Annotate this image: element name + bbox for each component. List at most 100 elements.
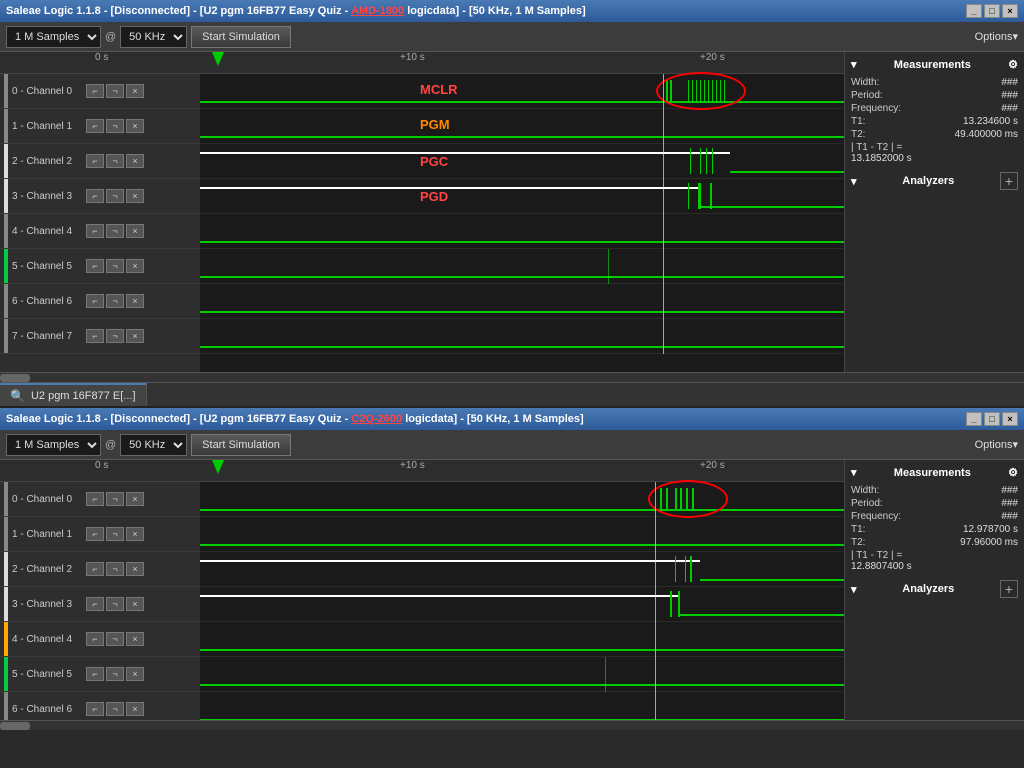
- freq-select-2[interactable]: 50 KHz: [120, 434, 187, 456]
- ch-up-0-1[interactable]: ⌐: [86, 84, 104, 98]
- t1-value-2: 12.978700 s: [963, 524, 1018, 535]
- scrollbar-1[interactable]: [0, 372, 1024, 382]
- measurements-panel-1: ▾ Measurements ⚙ Width: ### Period: ### …: [844, 52, 1024, 372]
- minimize-btn-2[interactable]: _: [966, 412, 982, 426]
- title-text-2: Saleae Logic 1.1.8 - [Disconnected] - [U…: [6, 413, 584, 425]
- ch-up-2-1[interactable]: ⌐: [86, 154, 104, 168]
- ch-color-5-1: [4, 249, 8, 283]
- ch-up-0-2[interactable]: ⌐: [86, 492, 104, 506]
- close-btn-1[interactable]: ×: [1002, 4, 1018, 18]
- options-btn-2[interactable]: Options▾: [975, 438, 1018, 451]
- scrollbar-2[interactable]: [0, 720, 1024, 730]
- ch-dn-6-2[interactable]: ¬: [106, 702, 124, 716]
- options-btn-1[interactable]: Options▾: [975, 30, 1018, 43]
- ch-up-7-1[interactable]: ⌐: [86, 329, 104, 343]
- ch-x-3-2[interactable]: ×: [126, 597, 144, 611]
- y-marker-2-2: [655, 517, 656, 552]
- ch-dn-7-1[interactable]: ¬: [106, 329, 124, 343]
- signal-area-1[interactable]: +10 s +20 s MCLR: [200, 52, 844, 372]
- ch-up-5-2[interactable]: ⌐: [86, 667, 104, 681]
- p2-0-2: [666, 488, 668, 510]
- ch-dn-6-1[interactable]: ¬: [106, 294, 124, 308]
- ch-x-4-2[interactable]: ×: [126, 632, 144, 646]
- ch-dn-5-1[interactable]: ¬: [106, 259, 124, 273]
- ch-dn-1-1[interactable]: ¬: [106, 119, 124, 133]
- ch-dn-3-1[interactable]: ¬: [106, 189, 124, 203]
- g-marker-1: [608, 249, 609, 284]
- tdiff-value-1: 13.1852000 s: [851, 153, 912, 164]
- ch-up-1-1[interactable]: ⌐: [86, 119, 104, 133]
- period-row-1: Period: ###: [851, 90, 1018, 101]
- ch-dn-0-1[interactable]: ¬: [106, 84, 124, 98]
- close-btn-2[interactable]: ×: [1002, 412, 1018, 426]
- ch-x-4-1[interactable]: ×: [126, 224, 144, 238]
- ch-up-6-1[interactable]: ⌐: [86, 294, 104, 308]
- ch-up-5-1[interactable]: ⌐: [86, 259, 104, 273]
- ch-ctrl-2-1: ⌐ ¬ ×: [86, 154, 144, 168]
- freq-select-1[interactable]: 50 KHz: [120, 26, 187, 48]
- tdiff-value-2: 12.8807400 s: [851, 561, 912, 572]
- channel-list-1: 0 s 0 - Channel 0 ⌐ ¬ × 1 - Channel 1 ⌐ …: [0, 52, 200, 372]
- ch-dn-2-2[interactable]: ¬: [106, 562, 124, 576]
- ch-label-5-2: 5 - Channel 5: [12, 669, 82, 680]
- samples-select-2[interactable]: 1 M Samples: [6, 434, 101, 456]
- gear-icon-1[interactable]: ⚙: [1008, 58, 1018, 71]
- time-20-1: +20 s: [700, 52, 725, 63]
- start-sim-btn-2[interactable]: Start Simulation: [191, 434, 291, 456]
- window-2: Saleae Logic 1.1.8 - [Disconnected] - [U…: [0, 408, 1024, 730]
- tab-1[interactable]: 🔍 U2 pgm 16F877 E[...]: [0, 383, 147, 406]
- ch-up-3-1[interactable]: ⌐: [86, 189, 104, 203]
- ch-dn-4-1[interactable]: ¬: [106, 224, 124, 238]
- ch-x-1-2[interactable]: ×: [126, 527, 144, 541]
- ch-x-3-1[interactable]: ×: [126, 189, 144, 203]
- channel-row-1-2: 1 - Channel 1 ⌐ ¬ ×: [0, 517, 200, 552]
- period-value-2: ###: [1001, 498, 1018, 509]
- ch-dn-4-2[interactable]: ¬: [106, 632, 124, 646]
- ch-up-4-2[interactable]: ⌐: [86, 632, 104, 646]
- measurements-header-1: ▾ Measurements ⚙: [851, 58, 1018, 71]
- analyzers-title-2: Analyzers: [902, 583, 954, 595]
- ch-color-3-1: [4, 179, 8, 213]
- add-analyzer-btn-2[interactable]: +: [1000, 580, 1018, 598]
- ch-dn-3-2[interactable]: ¬: [106, 597, 124, 611]
- ch-x-6-1[interactable]: ×: [126, 294, 144, 308]
- ch-dn-2-1[interactable]: ¬: [106, 154, 124, 168]
- ch-ctrl-3-1: ⌐ ¬ ×: [86, 189, 144, 203]
- ch-dn-0-2[interactable]: ¬: [106, 492, 124, 506]
- samples-select-1[interactable]: 1 M Samples: [6, 26, 101, 48]
- ch-x-2-1[interactable]: ×: [126, 154, 144, 168]
- ch-x-2-2[interactable]: ×: [126, 562, 144, 576]
- maximize-btn-2[interactable]: □: [984, 412, 1000, 426]
- ch-dn-1-2[interactable]: ¬: [106, 527, 124, 541]
- ch-up-6-2[interactable]: ⌐: [86, 702, 104, 716]
- ch-up-1-2[interactable]: ⌐: [86, 527, 104, 541]
- channel-row-0-1: 0 - Channel 0 ⌐ ¬ ×: [0, 74, 200, 109]
- ch-up-3-2[interactable]: ⌐: [86, 597, 104, 611]
- start-sim-btn-1[interactable]: Start Simulation: [191, 26, 291, 48]
- ch-x-5-2[interactable]: ×: [126, 667, 144, 681]
- ch-dn-5-2[interactable]: ¬: [106, 667, 124, 681]
- ch-x-7-1[interactable]: ×: [126, 329, 144, 343]
- add-analyzer-btn-1[interactable]: +: [1000, 172, 1018, 190]
- ch-x-1-1[interactable]: ×: [126, 119, 144, 133]
- maximize-btn-1[interactable]: □: [984, 4, 1000, 18]
- signal-area-2[interactable]: +10 s +20 s: [200, 460, 844, 720]
- period-label-1: Period:: [851, 90, 883, 101]
- gear-icon-2[interactable]: ⚙: [1008, 466, 1018, 479]
- tdiff-label-2: | T1 - T2 | =: [851, 550, 902, 561]
- mclr-p11: [720, 80, 721, 102]
- ch-up-4-1[interactable]: ⌐: [86, 224, 104, 238]
- channel-row-1-1: 1 - Channel 1 ⌐ ¬ ×: [0, 109, 200, 144]
- ch-x-6-2[interactable]: ×: [126, 702, 144, 716]
- ch-x-0-2[interactable]: ×: [126, 492, 144, 506]
- scrollbar-thumb-1[interactable]: [0, 374, 30, 382]
- t1-value-1: 13.234600 s: [963, 116, 1018, 127]
- ch-up-2-2[interactable]: ⌐: [86, 562, 104, 576]
- scrollbar-thumb-2[interactable]: [0, 722, 30, 730]
- pgm-label: PGM: [420, 117, 450, 132]
- ch-x-0-1[interactable]: ×: [126, 84, 144, 98]
- triangle-icon-az-2: ▾: [851, 583, 857, 596]
- ch-x-5-1[interactable]: ×: [126, 259, 144, 273]
- mclr-p5: [696, 80, 697, 102]
- minimize-btn-1[interactable]: _: [966, 4, 982, 18]
